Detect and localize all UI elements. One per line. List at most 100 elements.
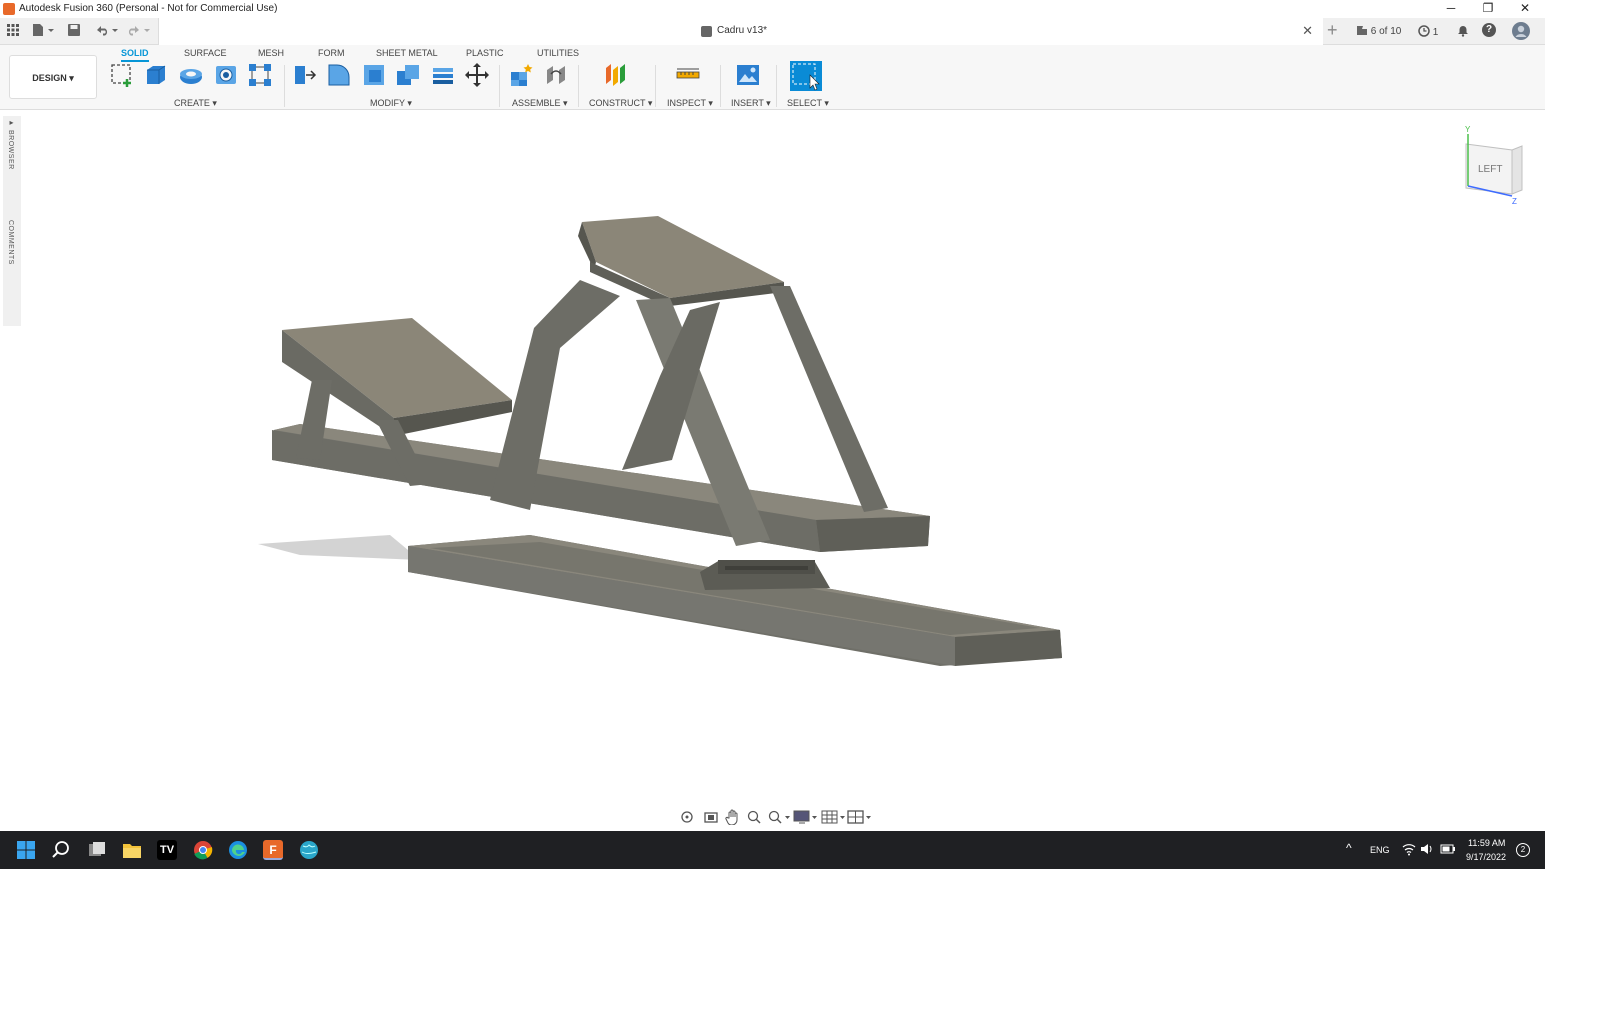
globe-app-icon[interactable] (299, 840, 319, 860)
tab-surface[interactable]: SURFACE (184, 48, 227, 58)
tab-form[interactable]: FORM (318, 48, 345, 58)
fusion-app-window: Autodesk Fusion 360 (Personal - Not for … (0, 0, 1545, 869)
plus-icon[interactable]: + (1327, 20, 1338, 41)
extrude-icon[interactable] (143, 62, 169, 88)
pattern-icon[interactable] (247, 62, 273, 88)
edge-icon[interactable] (228, 840, 248, 860)
clock-icon (1418, 25, 1430, 37)
insert-group-label[interactable]: INSERT ▾ (731, 98, 771, 109)
look-at-icon[interactable] (703, 809, 719, 825)
toolbar-divider (776, 65, 777, 107)
viewcube[interactable]: LEFT Y Z (1465, 125, 1523, 206)
select-group-label[interactable]: SELECT ▾ (787, 98, 829, 109)
language-indicator[interactable]: ENG (1370, 845, 1390, 855)
inspect-group-label[interactable]: INSPECT ▾ (667, 98, 713, 109)
close-tab-button[interactable]: ✕ (1302, 23, 1313, 39)
chrome-icon[interactable] (193, 840, 213, 860)
document-tab[interactable]: Cadru v13* ✕ (158, 18, 1323, 45)
wifi-icon[interactable] (1402, 842, 1416, 856)
create-group-label[interactable]: CREATE ▾ (174, 98, 217, 109)
offset-face-icon[interactable] (430, 62, 456, 88)
pan-icon[interactable] (725, 809, 741, 825)
clock-time[interactable]: 11:59 AM (1468, 838, 1505, 848)
upper-seat-frame[interactable] (272, 216, 930, 552)
notifications-count: 1 (1432, 27, 1439, 38)
revolve-icon[interactable] (178, 62, 204, 88)
combine-icon[interactable] (395, 62, 421, 88)
save-icon[interactable] (66, 24, 82, 38)
bell-icon[interactable] (1457, 25, 1469, 40)
move-icon[interactable] (464, 62, 490, 88)
tab-solid[interactable]: SOLID (121, 48, 149, 62)
zoom-window-icon[interactable] (746, 809, 762, 825)
search-icon[interactable] (51, 840, 71, 860)
user-avatar-icon[interactable] (1512, 22, 1530, 43)
minimize-button[interactable]: ─ (1441, 1, 1461, 15)
display-settings-icon[interactable] (793, 809, 819, 825)
offset-plane-icon[interactable] (603, 62, 629, 88)
recent-jobs-button[interactable]: 1 (1418, 25, 1438, 38)
file-icon[interactable] (30, 24, 56, 38)
battery-icon[interactable] (1440, 842, 1456, 856)
press-pull-icon[interactable] (292, 62, 318, 88)
shell-icon[interactable] (361, 62, 387, 88)
workspace-switcher[interactable]: DESIGN ▾ (9, 55, 97, 99)
speaker-icon[interactable] (1420, 842, 1434, 856)
quick-access-bar: Cadru v13* ✕ + 6 of 10 1 ? (0, 18, 1545, 45)
insert-image-icon[interactable] (735, 62, 761, 88)
job-status-text: 6 of 10 (1370, 26, 1402, 37)
window-title: Autodesk Fusion 360 (Personal - Not for … (19, 3, 278, 14)
tray-expand-icon[interactable]: ^ (1346, 841, 1352, 855)
zoom-icon[interactable] (767, 809, 791, 825)
toolbar-divider (578, 65, 579, 107)
clock-date[interactable]: 9/17/2022 (1466, 852, 1506, 862)
ground-shadow (258, 535, 420, 560)
new-component-icon[interactable] (508, 62, 534, 88)
windows-taskbar: TV F ^ ENG 11:59 AM 9/17/2022 2 (0, 831, 1545, 869)
joint-icon[interactable] (543, 62, 569, 88)
ribbon-toolbar: DESIGN ▾ SOLID SURFACE MESH FORM SHEET M… (0, 45, 1545, 110)
help-button[interactable]: ? (1482, 23, 1496, 37)
select-icon[interactable] (790, 61, 822, 91)
grid-settings-icon[interactable] (821, 809, 847, 825)
assemble-group-label[interactable]: ASSEMBLE ▾ (512, 98, 568, 109)
tab-utilities[interactable]: UTILITIES (537, 48, 579, 58)
close-window-button[interactable]: ✕ (1515, 1, 1535, 15)
restore-button[interactable]: ❐ (1478, 1, 1498, 15)
measure-icon[interactable] (675, 62, 701, 88)
tab-plastic[interactable]: PLASTIC (466, 48, 504, 58)
job-status-button[interactable]: 6 of 10 (1356, 25, 1401, 37)
viewports-icon[interactable] (847, 809, 873, 825)
cube-doc-icon (701, 26, 712, 37)
toolbar-divider (720, 65, 721, 107)
viewcube-axis-y: Y (1465, 125, 1471, 134)
hole-icon[interactable] (213, 62, 239, 88)
undo-icon[interactable] (94, 24, 120, 38)
construct-group-label[interactable]: CONSTRUCT ▾ (589, 98, 652, 109)
fillet-icon[interactable] (326, 62, 352, 88)
orbit-icon[interactable] (679, 809, 695, 825)
redo-icon[interactable] (126, 24, 152, 38)
toolbar-divider (284, 65, 285, 107)
title-bar: Autodesk Fusion 360 (Personal - Not for … (0, 0, 1545, 18)
create-sketch-icon[interactable] (109, 62, 135, 88)
notification-count-badge[interactable]: 2 (1516, 843, 1530, 857)
tab-sheet-metal[interactable]: SHEET METAL (376, 48, 438, 58)
tradingview-icon[interactable]: TV (157, 840, 177, 860)
toolbar-divider (499, 65, 500, 107)
toolbar-divider (655, 65, 656, 107)
help-icon: ? (1482, 23, 1496, 37)
viewcube-face-label: LEFT (1478, 164, 1502, 175)
windows-start-icon[interactable] (16, 840, 36, 860)
tab-mesh[interactable]: MESH (258, 48, 284, 58)
file-explorer-icon[interactable] (122, 840, 142, 860)
task-view-icon[interactable] (87, 840, 107, 860)
viewcube-axis-z: Z (1512, 197, 1517, 206)
model-viewport[interactable]: LEFT Y Z (0, 111, 1545, 831)
job-status-icon (1357, 26, 1367, 35)
fusion-icon[interactable]: F (263, 840, 283, 860)
navigation-bar (675, 806, 873, 828)
modify-group-label[interactable]: MODIFY ▾ (370, 98, 412, 109)
grid-icon[interactable] (5, 24, 21, 38)
lower-base-frame[interactable] (408, 535, 1062, 666)
